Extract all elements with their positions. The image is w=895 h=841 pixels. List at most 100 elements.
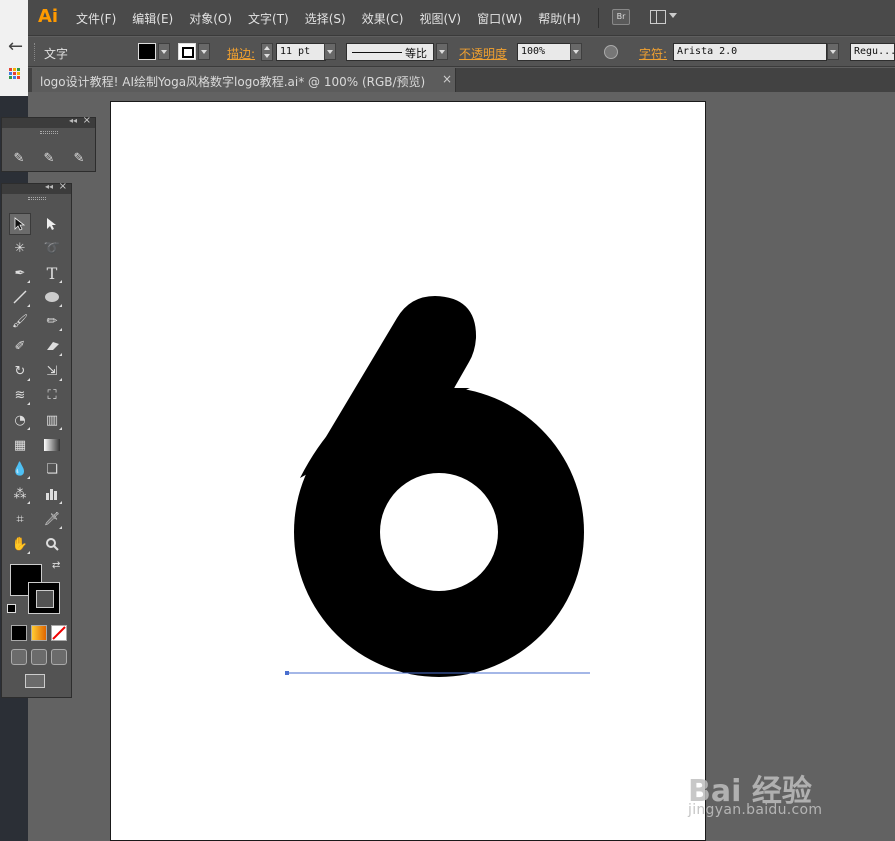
- menubar: Ai 文件(F) 编辑(E) 对象(O) 文字(T) 选择(S) 效果(C) 视…: [28, 0, 895, 36]
- app-window: ← Ai 文件(F) 编辑(E) 对象(O) 文字(T) 选择(S) 效果(C)…: [0, 0, 895, 841]
- panel-grip[interactable]: [39, 131, 58, 134]
- document-tab[interactable]: logo设计教程! AI绘制Yoga风格数字logo教程.ai* @ 100% …: [32, 68, 456, 92]
- close-icon[interactable]: ×: [59, 181, 67, 192]
- stroke-label[interactable]: 描边:: [227, 45, 255, 62]
- stroke-profile-label: 等比: [405, 47, 427, 60]
- artboard-tool-icon[interactable]: ⌗: [9, 508, 31, 530]
- draw-normal-icon[interactable]: [11, 649, 27, 665]
- close-icon[interactable]: ×: [442, 72, 452, 86]
- free-transform-tool-icon[interactable]: ⛶: [41, 384, 63, 406]
- menu-items: 文件(F) 编辑(E) 对象(O) 文字(T) 选择(S) 效果(C) 视图(V…: [76, 10, 597, 27]
- blend-tool-icon[interactable]: ❏: [41, 458, 63, 480]
- stroke-color-swatch[interactable]: [178, 43, 196, 60]
- slice-tool-icon[interactable]: 🗡: [41, 508, 63, 530]
- back-arrow-icon[interactable]: ←: [8, 36, 23, 57]
- fill-color-swatch[interactable]: [138, 43, 156, 60]
- type-tool-icon[interactable]: T: [41, 262, 63, 284]
- chevron-down-icon: [669, 13, 677, 18]
- current-tool-label: 文字: [44, 47, 69, 61]
- menu-select[interactable]: 选择(S): [305, 10, 346, 27]
- font-style-field[interactable]: Regu...: [850, 43, 895, 61]
- watermark-site: jingyan.baidu.com: [688, 802, 823, 818]
- control-bar: 文字 描边: 11 pt 等比 不透明度 100% 字符: Arista 2.0…: [28, 37, 895, 67]
- eraser-tool-icon[interactable]: [41, 335, 63, 357]
- perspective-grid-tool-icon[interactable]: ▥: [41, 409, 63, 431]
- pencil-icon[interactable]: ✎: [8, 147, 30, 169]
- stroke-weight-stepper[interactable]: [261, 43, 273, 61]
- zoom-tool-icon[interactable]: [41, 533, 63, 555]
- font-family-field[interactable]: Arista 2.0: [673, 43, 827, 61]
- menu-file[interactable]: 文件(F): [76, 10, 116, 27]
- eyedropper-tool-icon[interactable]: 💧: [9, 458, 31, 480]
- screen-mode-icon[interactable]: [25, 674, 45, 688]
- magic-wand-tool-icon[interactable]: ✳: [9, 237, 31, 259]
- stroke-profile-line: [352, 52, 402, 53]
- hand-tool-icon[interactable]: ✋: [9, 533, 31, 555]
- pencil-tool-icon[interactable]: ✏: [41, 310, 63, 332]
- scale-tool-icon[interactable]: ⇲: [41, 360, 63, 382]
- font-family-dropdown[interactable]: [827, 43, 839, 60]
- workspace-icon: [650, 10, 666, 24]
- none-mode-icon[interactable]: [51, 625, 67, 641]
- stroke-profile-dropdown[interactable]: [436, 43, 448, 60]
- opacity-field[interactable]: 100%: [517, 43, 571, 61]
- stroke-color-big[interactable]: [28, 582, 60, 614]
- lasso-tool-icon[interactable]: ➰: [41, 237, 63, 259]
- pen-tool-icon[interactable]: ✒: [9, 262, 31, 284]
- paintbrush-tool-icon[interactable]: 🖌: [9, 310, 31, 332]
- document-tab-title: logo设计教程! AI绘制Yoga风格数字logo教程.ai* @ 100% …: [40, 75, 426, 89]
- stroke-weight-field[interactable]: 11 pt: [276, 43, 326, 61]
- bridge-button[interactable]: Br: [612, 9, 630, 25]
- gradient-mode-icon[interactable]: [31, 625, 47, 641]
- tools-panel: ◂◂ × ✳ ➰ ✒ T 🖌 ✏ ✐ ↻ ⇲ ≋ ⛶ ◔ ▥ ▦ 💧 ❏ ⁂ ⌗…: [1, 181, 72, 698]
- rotate-tool-icon[interactable]: ↻: [9, 360, 31, 382]
- character-label[interactable]: 字符:: [639, 45, 667, 62]
- panel-titlebar[interactable]: ◂◂ ×: [2, 115, 95, 128]
- collapse-icon[interactable]: ◂◂: [45, 182, 53, 191]
- menu-window[interactable]: 窗口(W): [477, 10, 522, 27]
- default-colors-icon[interactable]: [7, 604, 16, 613]
- apps-grid-icon[interactable]: [9, 68, 21, 80]
- opacity-dropdown[interactable]: [570, 43, 582, 60]
- artboard[interactable]: [110, 101, 706, 841]
- draw-inside-icon[interactable]: [51, 649, 67, 665]
- draw-behind-icon[interactable]: [31, 649, 47, 665]
- menu-effect[interactable]: 效果(C): [362, 10, 404, 27]
- menu-object[interactable]: 对象(O): [189, 10, 232, 27]
- watermark: Bai 经验 jingyan.baidu.com: [688, 744, 888, 824]
- direct-selection-tool-icon[interactable]: [41, 213, 63, 235]
- smooth-tool-icon[interactable]: ✎: [38, 147, 60, 169]
- stroke-dropdown[interactable]: [198, 43, 210, 60]
- opacity-label[interactable]: 不透明度: [459, 45, 507, 62]
- menu-help[interactable]: 帮助(H): [538, 10, 580, 27]
- workspace-switcher[interactable]: [650, 10, 678, 26]
- warp-tool-icon[interactable]: ≋: [9, 384, 31, 406]
- path-eraser-icon[interactable]: ✎: [68, 147, 90, 169]
- close-icon[interactable]: ×: [83, 115, 91, 126]
- ellipse-tool-icon[interactable]: [41, 286, 63, 308]
- blob-brush-tool-icon[interactable]: ✐: [9, 335, 31, 357]
- color-mode-icon[interactable]: [11, 625, 27, 641]
- collapse-icon[interactable]: ◂◂: [69, 116, 77, 125]
- menu-view[interactable]: 视图(V): [419, 10, 461, 27]
- recolor-artwork-icon[interactable]: [604, 45, 618, 59]
- fill-dropdown[interactable]: [158, 43, 170, 60]
- column-graph-tool-icon[interactable]: [41, 483, 63, 505]
- control-bar-grip[interactable]: [34, 43, 36, 61]
- menu-type[interactable]: 文字(T): [248, 10, 289, 27]
- selection-tool-icon[interactable]: [9, 213, 31, 235]
- app-logo: Ai: [38, 6, 59, 27]
- gradient-tool-icon[interactable]: [41, 434, 63, 456]
- stroke-weight-dropdown[interactable]: [324, 43, 336, 60]
- stroke-profile-select[interactable]: 等比: [346, 43, 434, 61]
- menu-edit[interactable]: 编辑(E): [132, 10, 173, 27]
- shape-builder-tool-icon[interactable]: ◔: [9, 409, 31, 431]
- panel-titlebar[interactable]: ◂◂ ×: [2, 181, 71, 194]
- menubar-divider: [598, 8, 599, 28]
- line-tool-icon[interactable]: [9, 286, 31, 308]
- panel-grip[interactable]: [27, 197, 46, 200]
- document-tabbar: logo设计教程! AI绘制Yoga风格数字logo教程.ai* @ 100% …: [28, 68, 895, 92]
- swap-fill-stroke-icon[interactable]: ⇄: [52, 560, 60, 571]
- symbol-sprayer-tool-icon[interactable]: ⁂: [9, 483, 31, 505]
- mesh-tool-icon[interactable]: ▦: [9, 434, 31, 456]
